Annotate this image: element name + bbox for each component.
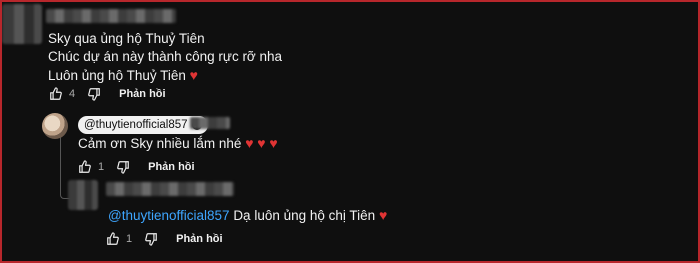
reply-button[interactable]: Phản hồi [176,233,222,245]
reply1-message: Cảm ơn Sky nhiều lắm nhé [78,136,242,151]
comment-line-3-text: Luôn ủng hộ Thuỷ Tiên [48,68,186,83]
like-count: 4 [69,88,76,100]
comment-line-1: Sky qua ủng hộ Thuỷ Tiên [48,31,205,46]
channel-avatar[interactable] [42,113,68,139]
reply2-actions: 1 Phản hồi [104,230,223,248]
commenter-name[interactable] [46,9,176,23]
reply1-text: Cảm ơn Sky nhiều lắm nhé ♥ ♥ ♥ [78,134,278,153]
comment-actions: 4 Phản hồi [47,85,166,103]
channel-name: @thuytienofficial857 [84,119,188,131]
comment-line-2: Chúc dự án này thành công rực rỡ nha [48,49,283,64]
heart-icon: ♥ [378,207,388,223]
reply1-timestamp [190,117,230,129]
thumb-down-icon[interactable] [142,230,160,248]
thumb-up-icon[interactable] [76,158,94,176]
thumb-up-icon[interactable] [47,85,65,103]
thumb-down-icon[interactable] [114,158,132,176]
thumb-up-icon[interactable] [104,230,122,248]
thumb-down-icon[interactable] [85,85,103,103]
comment-line-3: Luôn ủng hộ Thuỷ Tiên ♥ [48,66,198,85]
commenter-avatar[interactable] [2,4,42,44]
reply2-name[interactable] [106,182,234,196]
heart-icon: ♥ [245,135,254,151]
like-count: 1 [126,233,133,245]
like-count: 1 [98,161,105,173]
reply1-actions: 1 Phản hồi [76,158,195,176]
heart-icon: ♥ [269,135,278,151]
reply-button[interactable]: Phản hồi [148,161,194,173]
reply-button[interactable]: Phản hồi [119,88,165,100]
channel-name-chip[interactable]: @thuytienofficial857 ✓ [78,116,208,134]
reply2-avatar[interactable] [68,180,98,210]
reply2-message: Dạ luôn ủng hộ chị Tiên [233,208,376,223]
reply2-text: @thuytienofficial857 Dạ luôn ủng hộ chị … [108,206,387,225]
heart-icon: ♥ [257,135,266,151]
heart-icon: ♥ [189,67,198,83]
mention-link[interactable]: @thuytienofficial857 [108,208,230,223]
